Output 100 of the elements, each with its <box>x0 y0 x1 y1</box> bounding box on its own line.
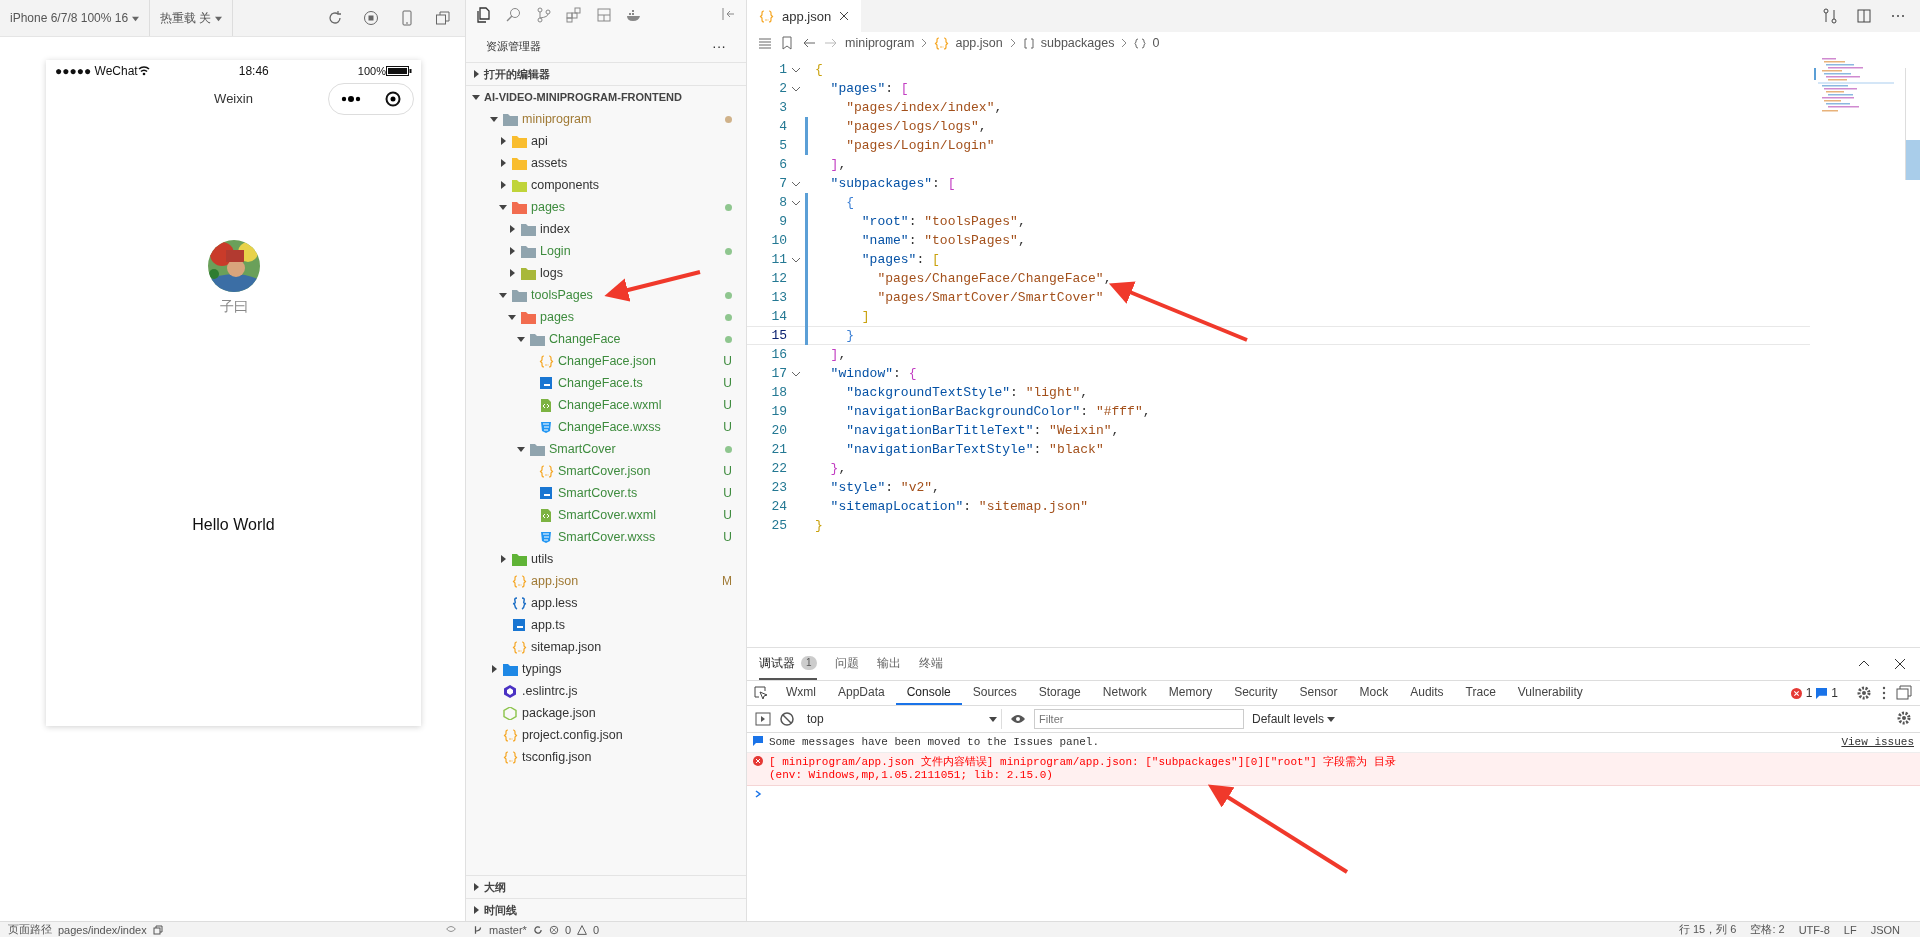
status-item[interactable]: LF <box>1843 923 1857 936</box>
more-button[interactable]: ··· <box>712 38 726 54</box>
copy-icon[interactable] <box>152 924 163 935</box>
status-item[interactable]: UTF-8 <box>1798 923 1830 936</box>
caret-down-icon[interactable] <box>499 291 507 299</box>
page-path-label[interactable]: 页面路径 <box>8 922 52 937</box>
devtools-tab[interactable]: Audits <box>1399 681 1455 705</box>
whale-icon[interactable] <box>626 7 642 23</box>
caret-down-icon[interactable] <box>499 203 507 211</box>
caret-right-icon[interactable] <box>499 181 507 189</box>
stop-icon[interactable] <box>363 10 379 26</box>
caret-right-icon[interactable] <box>490 665 498 673</box>
file-name[interactable]: SmartCover.json <box>558 464 651 478</box>
folder-name[interactable]: Login <box>540 244 571 258</box>
clear-icon[interactable] <box>779 711 795 727</box>
file-name[interactable]: app.json <box>531 574 579 588</box>
section-header[interactable]: AI-VIDEO-MINIPROGRAM-FRONTEND <box>484 91 682 103</box>
folder-name[interactable]: index <box>540 222 570 236</box>
close-icon[interactable] <box>839 11 850 21</box>
filter-field[interactable]: Filter <box>1034 709 1244 729</box>
panel-tab[interactable]: 输出 <box>876 648 901 680</box>
branch-icon[interactable] <box>536 7 552 23</box>
file-name[interactable]: .eslintrc.js <box>522 684 578 698</box>
devtools-tab[interactable]: Memory <box>1157 681 1224 705</box>
file-name[interactable]: ChangeFace.ts <box>558 376 643 390</box>
folder-name[interactable]: assets <box>531 156 568 170</box>
scrollbar[interactable] <box>1905 68 1920 180</box>
panel-tab[interactable]: 调试器 1 <box>759 648 817 680</box>
file-name[interactable]: package.json <box>522 706 596 720</box>
sidebar-toggle-icon[interactable] <box>755 711 771 727</box>
folder-name[interactable]: api <box>531 134 548 148</box>
folder-name[interactable]: pages <box>540 310 575 324</box>
folder-name[interactable]: pages <box>531 200 566 214</box>
breadcrumb-item[interactable]: 0 <box>1152 36 1160 50</box>
search-icon[interactable] <box>506 7 522 23</box>
caret-right-icon[interactable] <box>472 883 480 891</box>
devtools-tab[interactable]: Security <box>1223 681 1289 705</box>
caret-right-icon[interactable] <box>499 159 507 167</box>
folder-name[interactable]: utils <box>531 552 554 566</box>
caret-right-icon[interactable] <box>508 247 516 255</box>
breadcrumb-item[interactable]: miniprogram <box>845 36 915 50</box>
editor-tab[interactable]: app.json <box>747 0 862 32</box>
settings-icon[interactable] <box>1896 709 1912 726</box>
folder-name[interactable]: SmartCover <box>549 442 616 456</box>
devtools-tab[interactable]: Sources <box>961 681 1028 705</box>
status-item[interactable]: JSON <box>1870 923 1900 936</box>
warning-count[interactable]: 0 <box>593 923 600 936</box>
devtools-tab[interactable]: Trace <box>1454 681 1507 705</box>
compare-icon[interactable] <box>1822 8 1838 24</box>
undock-icon[interactable] <box>1896 685 1912 701</box>
panel-tab[interactable]: 问题 <box>834 648 859 680</box>
file-name[interactable]: tsconfig.json <box>522 750 592 764</box>
file-name[interactable]: SmartCover.wxml <box>558 508 656 522</box>
devtools-tab[interactable]: Mock <box>1348 681 1400 705</box>
folder-name[interactable]: miniprogram <box>522 112 592 126</box>
devtools-tab[interactable]: Storage <box>1027 681 1092 705</box>
refresh-icon[interactable] <box>327 10 343 26</box>
file-name[interactable]: SmartCover.ts <box>558 486 638 500</box>
caret-down-icon[interactable] <box>517 335 525 343</box>
file-name[interactable]: sitemap.json <box>531 640 602 654</box>
file-name[interactable]: project.config.json <box>522 728 623 742</box>
devtools-tab[interactable]: AppData <box>827 681 896 705</box>
file-name[interactable]: ChangeFace.json <box>558 354 656 368</box>
panel-tab[interactable]: 终端 <box>918 648 943 680</box>
caret-down-icon[interactable] <box>472 93 480 101</box>
close-icon[interactable] <box>1892 656 1908 672</box>
devtools-tab[interactable]: Wxml <box>775 681 827 705</box>
section-header[interactable]: 时间线 <box>484 902 517 918</box>
caret-right-icon[interactable] <box>499 555 507 563</box>
branch-name[interactable]: master* <box>489 923 527 936</box>
windows-icon[interactable] <box>435 10 451 26</box>
context-selector[interactable]: top <box>803 709 1002 729</box>
error-count[interactable]: 0 <box>564 923 572 936</box>
extensions-icon[interactable] <box>566 7 582 23</box>
folder-name[interactable]: toolsPages <box>531 288 593 302</box>
caret-right-icon[interactable] <box>472 906 480 914</box>
caret-down-icon[interactable] <box>490 115 498 123</box>
split-editor-icon[interactable] <box>1856 8 1872 24</box>
bookmark-icon[interactable] <box>779 35 795 51</box>
caret-right-icon[interactable] <box>508 269 516 277</box>
breadcrumb-item[interactable]: subpackages <box>1040 36 1115 50</box>
devtools-tab[interactable]: Console <box>895 681 962 705</box>
file-name[interactable]: SmartCover.wxss <box>558 530 656 544</box>
section-header[interactable]: 大纲 <box>484 879 506 895</box>
caret-down-icon[interactable] <box>517 445 525 453</box>
device-selector[interactable]: iPhone 6/7/8 100% 16 <box>0 0 151 36</box>
caret-right-icon[interactable] <box>499 137 507 145</box>
hot-reload-selector[interactable]: 热重载 关 <box>150 0 234 36</box>
file-name[interactable]: app.ts <box>531 618 566 632</box>
breadcrumb-item[interactable]: app.json <box>955 36 1003 50</box>
status-item[interactable]: 空格: 2 <box>1750 922 1785 937</box>
files-icon[interactable] <box>476 7 492 23</box>
folder-name[interactable]: logs <box>540 266 563 280</box>
folder-name[interactable]: ChangeFace <box>549 332 621 346</box>
status-item[interactable]: 行 15，列 6 <box>1678 922 1737 937</box>
file-name[interactable]: ChangeFace.wxss <box>558 420 661 434</box>
folder-name[interactable]: components <box>531 178 600 192</box>
file-name[interactable]: app.less <box>531 596 578 610</box>
inspect-icon[interactable] <box>753 685 769 701</box>
file-name[interactable]: ChangeFace.wxml <box>558 398 662 412</box>
